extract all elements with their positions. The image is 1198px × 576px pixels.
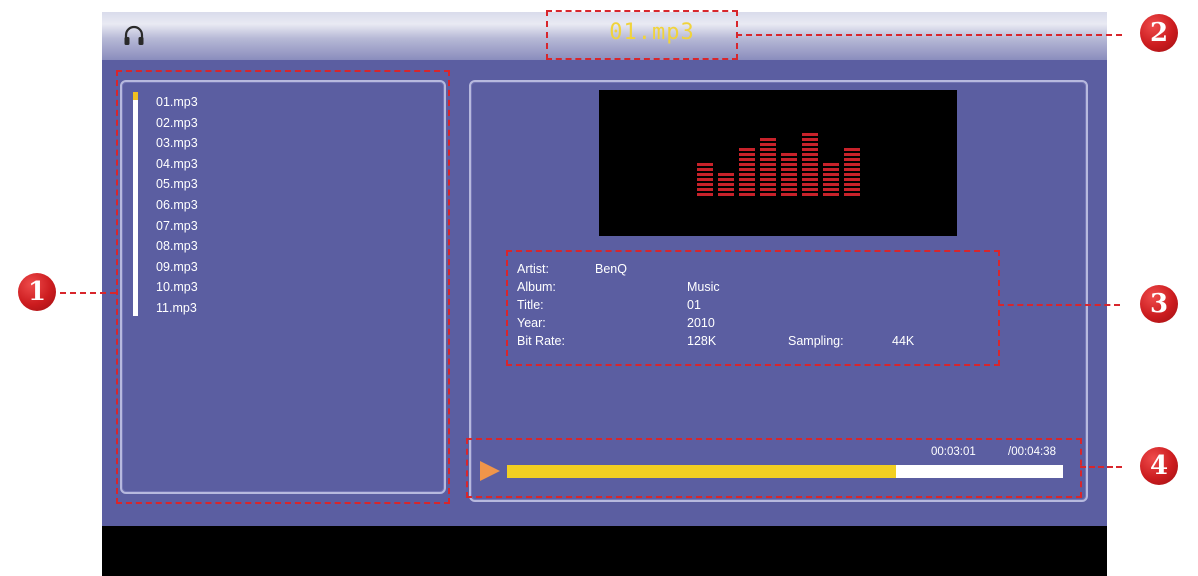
callout-marker-4: 4 bbox=[1140, 447, 1178, 485]
callout-line-3 bbox=[998, 304, 1120, 306]
callout-line-4 bbox=[1080, 466, 1122, 468]
callout-marker-1: 1 bbox=[18, 273, 56, 311]
callout-line-1 bbox=[60, 292, 116, 294]
spectrum-bar bbox=[781, 151, 797, 196]
spectrum-visualizer bbox=[599, 90, 957, 236]
spectrum-bar bbox=[823, 161, 839, 196]
callout-marker-2: 2 bbox=[1140, 14, 1178, 52]
spectrum-bar bbox=[718, 171, 734, 196]
callout-box-info bbox=[506, 250, 1000, 366]
spectrum-bar bbox=[844, 146, 860, 196]
callout-box-title bbox=[546, 10, 738, 60]
headphones-icon bbox=[124, 25, 144, 45]
callout-line-2 bbox=[736, 34, 1122, 36]
bottom-bar bbox=[102, 526, 1107, 576]
callout-box-progress bbox=[466, 438, 1082, 498]
spectrum-bar bbox=[802, 131, 818, 196]
callout-marker-3: 3 bbox=[1140, 285, 1178, 323]
spectrum-bar bbox=[739, 146, 755, 196]
callout-box-playlist bbox=[116, 70, 450, 504]
spectrum-bar bbox=[697, 161, 713, 196]
spectrum-bar bbox=[760, 136, 776, 196]
